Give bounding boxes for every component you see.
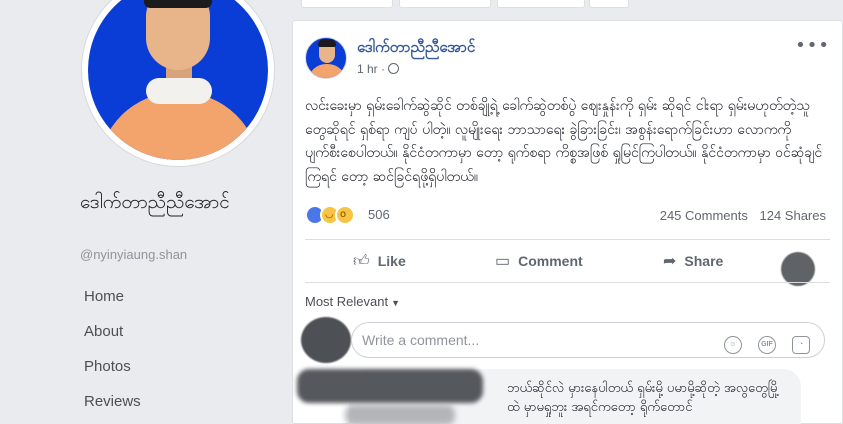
share-arrow-icon: ➦ — [663, 253, 677, 270]
divider — [305, 282, 830, 283]
post-timestamp: 1 hr · — [357, 62, 400, 76]
post-body: လင်းခေးမှာ ရှမ်းခေါက်ဆွဲဆိုင် တစ်ချို့ရဲ… — [305, 98, 823, 185]
page-handle[interactable]: @nyinyiaung.shan — [80, 247, 187, 262]
commenter-name[interactable] — [345, 405, 455, 424]
comment-box: ☺ GIF ◔ — [351, 322, 825, 358]
top-tabs — [301, 0, 629, 8]
emoji-icon[interactable]: ☺ — [723, 336, 742, 354]
post-options-button[interactable]: ••• — [795, 35, 830, 56]
commenter-avatar[interactable] — [297, 369, 483, 403]
post-author-name[interactable]: ဒေါက်တာညီညီအောင် — [357, 38, 475, 60]
viewer-avatar[interactable] — [781, 252, 815, 286]
comment-input[interactable] — [352, 323, 712, 357]
current-user-avatar[interactable] — [301, 317, 351, 363]
profile-photo — [88, 0, 268, 160]
nav-item-reviews[interactable]: Reviews — [84, 393, 141, 424]
nav-item-about[interactable]: About — [84, 323, 141, 358]
post-author-avatar[interactable] — [305, 37, 347, 79]
sticker-icon[interactable]: ◔ — [792, 336, 810, 354]
reaction-count[interactable]: 506 — [368, 207, 390, 222]
shares-count[interactable]: 124 Shares — [760, 208, 827, 223]
page-nav: Home About Photos Reviews — [84, 288, 141, 424]
comment-input-icons: ☺ GIF ◔ — [713, 331, 810, 354]
comment-button[interactable]: ▭ Comment — [495, 240, 583, 282]
top-tab-3[interactable] — [497, 0, 585, 8]
profile-sidebar: ဒေါက်တာညီညီအောင် @nyinyiaung.shan Home A… — [0, 0, 285, 424]
sort-label: Most Relevant — [305, 294, 389, 309]
top-tab-4[interactable] — [589, 0, 629, 8]
top-tab-2[interactable] — [399, 0, 491, 8]
nav-item-home[interactable]: Home — [84, 288, 141, 323]
thumbs-up-icon: 👍︎ — [353, 253, 370, 270]
globe-icon — [388, 63, 400, 74]
gif-icon[interactable]: GIF — [757, 336, 776, 354]
page-title: ဒေါက်တာညီညီအောင် — [80, 191, 230, 213]
comments-count[interactable]: 245 Comments — [660, 208, 748, 223]
like-button[interactable]: 👍︎ Like — [353, 240, 406, 282]
profile-picture[interactable] — [82, 0, 274, 166]
post-card: ဒေါက်တာညီညီအောင် 1 hr · ••• လင်းခေးမှာ ရ… — [292, 20, 843, 424]
post-actions: 👍︎ Like ▭ Comment ➦ Share — [305, 240, 830, 286]
comment-sort-dropdown[interactable]: Most Relevant ▼ — [305, 294, 400, 309]
engagement-counts: 245 Comments 124 Shares — [652, 208, 826, 223]
nav-item-photos[interactable]: Photos — [84, 358, 141, 393]
speech-bubble-icon: ▭ — [495, 253, 511, 270]
wow-reaction-icon: o — [335, 205, 355, 225]
caret-down-icon: ▼ — [391, 298, 401, 308]
top-tab-1[interactable] — [301, 0, 393, 8]
post-time[interactable]: 1 hr — [357, 62, 378, 76]
share-button[interactable]: ➦ Share — [663, 240, 723, 282]
